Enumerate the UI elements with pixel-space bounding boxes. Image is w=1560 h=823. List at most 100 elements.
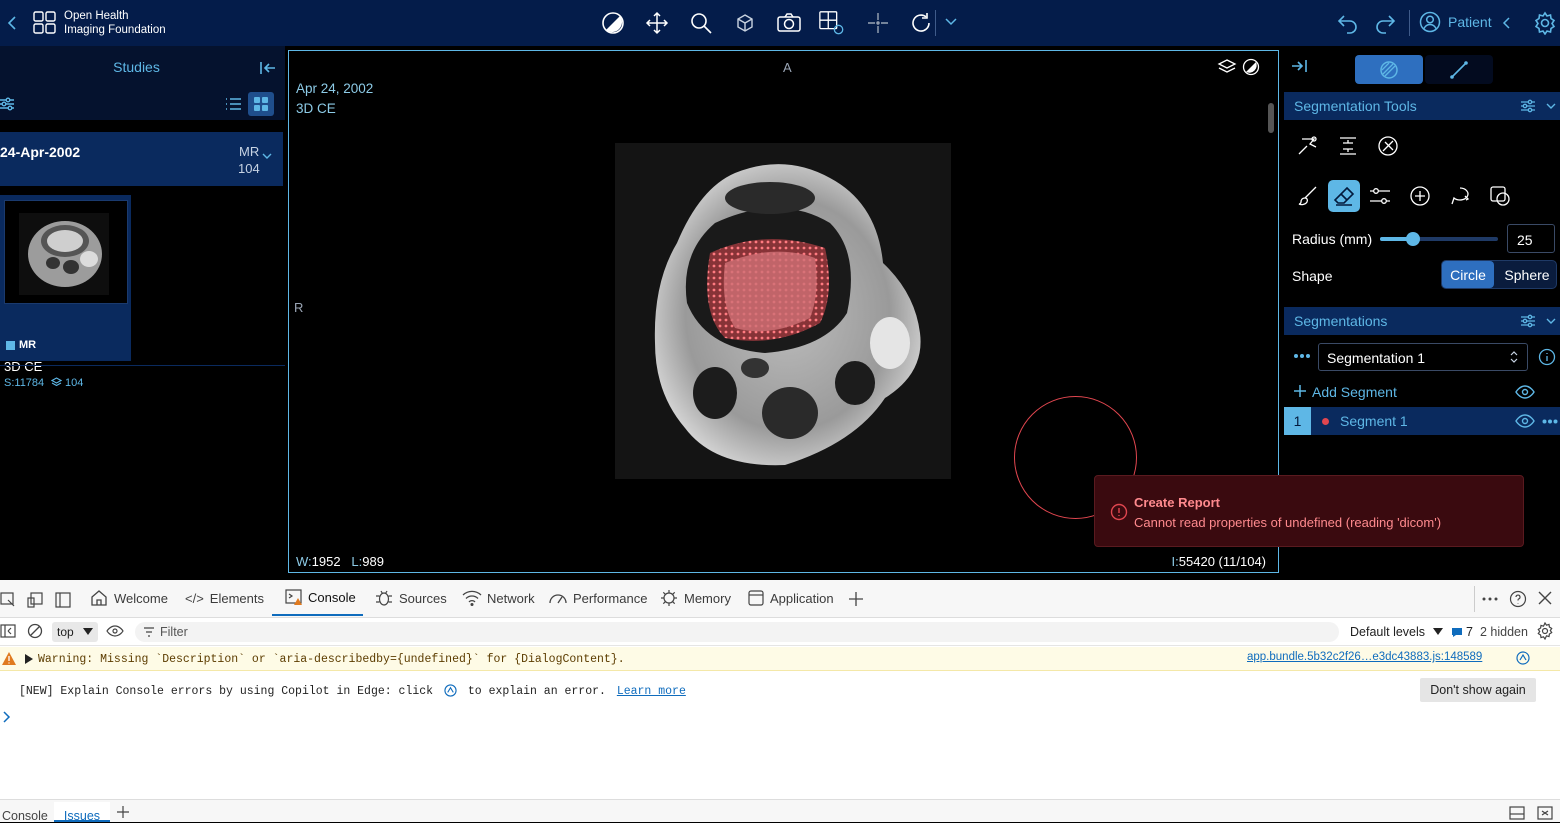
add-tab-plus-icon[interactable]: [848, 591, 864, 607]
more-options-icon[interactable]: [1482, 597, 1498, 601]
grid-view-icon[interactable]: [248, 92, 274, 116]
study-expand-chevron-icon[interactable]: [262, 152, 272, 160]
console-settings-gear-icon[interactable]: [1536, 622, 1554, 640]
brush-tool-icon[interactable]: [1292, 180, 1324, 212]
segment-label-tool-icon[interactable]: [1372, 130, 1404, 162]
move-icon[interactable]: [643, 9, 671, 37]
wifi-icon: [462, 590, 482, 606]
tab-welcome[interactable]: Welcome: [90, 580, 168, 616]
tools-collapse-chevron-icon[interactable]: [1546, 102, 1556, 110]
shapes-tool-icon[interactable]: [1484, 180, 1516, 212]
issues-counter[interactable]: 7: [1451, 625, 1473, 639]
measurements-tab[interactable]: [1425, 55, 1493, 84]
close-devtools-icon[interactable]: [1538, 591, 1552, 605]
inspect-element-icon[interactable]: [0, 592, 16, 608]
filter-input[interactable]: Filter: [135, 622, 1339, 642]
add-segment-button[interactable]: Add Segment: [1312, 384, 1397, 400]
threshold-range-tool-icon[interactable]: [1332, 130, 1364, 162]
close-drawer-icon[interactable]: [1537, 806, 1553, 820]
rotate-3d-icon[interactable]: [731, 9, 759, 37]
add-segment-plus-icon[interactable]: [1293, 384, 1307, 398]
tab-console[interactable]: Console: [272, 580, 363, 616]
series-thumbnail-card[interactable]: MR 3D CE S:11784 104: [0, 195, 131, 389]
undo-icon[interactable]: [1336, 11, 1360, 35]
segmentation-tools-header[interactable]: Segmentation Tools: [1284, 92, 1560, 120]
region-grow-tool-icon[interactable]: [1404, 180, 1436, 212]
back-chevron-icon[interactable]: [6, 14, 18, 32]
expand-triangle-icon[interactable]: [25, 654, 33, 664]
lasso-tool-icon[interactable]: [1444, 180, 1476, 212]
segmentation-select[interactable]: Segmentation 1: [1318, 343, 1528, 371]
console-prompt-chevron-icon[interactable]: [3, 711, 11, 723]
study-row[interactable]: 24-Apr-2002 MR 104: [0, 132, 283, 186]
tab-memory[interactable]: Memory: [660, 580, 731, 616]
dock-drawer-icon[interactable]: [1509, 806, 1525, 820]
tab-elements[interactable]: </> Elements: [185, 580, 264, 616]
camera-icon[interactable]: [775, 9, 803, 37]
series-thumbnail-image[interactable]: [4, 200, 128, 304]
settings-gear-icon[interactable]: [1533, 11, 1557, 35]
shape-sphere-button[interactable]: Sphere: [1496, 261, 1558, 288]
segment-more-icon[interactable]: [1542, 419, 1558, 424]
device-emulation-icon[interactable]: [27, 592, 43, 608]
redo-icon[interactable]: [1373, 11, 1397, 35]
tools-settings-icon[interactable]: [1520, 98, 1536, 114]
filter-settings-icon[interactable]: [0, 96, 16, 112]
interpolation-tool-icon[interactable]: [1292, 130, 1324, 162]
radius-slider[interactable]: [1380, 232, 1498, 246]
live-expression-eye-icon[interactable]: [106, 624, 124, 638]
dont-show-again-button[interactable]: Don't show again: [1420, 678, 1536, 702]
segmentations-header[interactable]: Segmentations: [1284, 307, 1560, 335]
drawer-add-tab-icon[interactable]: [116, 805, 130, 819]
toggle-sidebar-icon[interactable]: [55, 592, 71, 608]
segmentation-info-icon[interactable]: [1538, 348, 1556, 366]
toast-message: Cannot read properties of undefined (rea…: [1134, 515, 1442, 530]
tab-application[interactable]: Application: [748, 580, 834, 616]
reset-rotate-icon[interactable]: [907, 9, 935, 37]
viewport-scrollbar[interactable]: [1268, 103, 1274, 133]
patient-icon[interactable]: [1419, 11, 1441, 33]
zoom-icon[interactable]: [687, 9, 715, 37]
tab-network[interactable]: Network: [462, 580, 535, 616]
radius-slider-thumb[interactable]: [1406, 232, 1421, 246]
toggle-all-visibility-eye-icon[interactable]: [1515, 385, 1535, 399]
patient-label[interactable]: Patient: [1448, 14, 1492, 30]
eraser-tool-icon[interactable]: [1328, 180, 1360, 212]
threshold-tool-icon[interactable]: [1364, 180, 1396, 212]
console-warning-row[interactable]: Warning: Missing `Description` or `aria-…: [0, 647, 1560, 671]
segmentations-settings-icon[interactable]: [1520, 313, 1536, 329]
mri-image[interactable]: [615, 143, 951, 479]
segment-color-dot[interactable]: [1322, 418, 1329, 425]
studies-title[interactable]: Studies: [0, 59, 273, 75]
segmentation-tab[interactable]: [1355, 55, 1423, 84]
context-select[interactable]: top: [52, 622, 98, 642]
copilot-explain-icon[interactable]: [1516, 651, 1530, 665]
layers-icon[interactable]: [1217, 58, 1237, 76]
more-tools-chevron-icon[interactable]: [944, 16, 958, 28]
viewport-contrast-icon[interactable]: [1242, 58, 1260, 76]
drawer-tab-issues[interactable]: Issues: [54, 802, 110, 823]
segment-visibility-eye-icon[interactable]: [1515, 414, 1535, 428]
contrast-icon[interactable]: [599, 9, 627, 37]
drawer-tab-console[interactable]: Console: [2, 809, 48, 823]
show-sidebar-icon[interactable]: [0, 624, 16, 638]
segment-row[interactable]: 1 Segment 1: [1284, 407, 1560, 435]
tab-sources[interactable]: Sources: [375, 580, 447, 616]
segmentation-more-icon[interactable]: [1293, 353, 1311, 359]
expand-panel-icon[interactable]: [1290, 58, 1308, 74]
tab-performance[interactable]: Performance: [548, 580, 647, 616]
patient-collapse-icon[interactable]: [1501, 15, 1513, 31]
error-toast[interactable]: Create Report Cannot read properties of …: [1094, 475, 1524, 547]
help-icon[interactable]: [1509, 590, 1527, 608]
collapse-panel-icon[interactable]: [259, 60, 277, 76]
crosshair-icon[interactable]: [864, 9, 892, 37]
clear-console-icon[interactable]: [27, 623, 43, 639]
radius-input[interactable]: 25: [1507, 224, 1555, 253]
segmentations-collapse-chevron-icon[interactable]: [1546, 317, 1556, 325]
list-view-icon[interactable]: [220, 92, 246, 116]
shape-circle-button[interactable]: Circle: [1442, 261, 1494, 288]
warning-source-link[interactable]: app.bundle.5b32c2f26…e3dc43883.js:148589: [1247, 651, 1482, 663]
layout-icon[interactable]: [818, 9, 846, 37]
log-levels-dropdown[interactable]: Default levels: [1350, 625, 1443, 639]
learn-more-link[interactable]: Learn more: [617, 685, 686, 698]
